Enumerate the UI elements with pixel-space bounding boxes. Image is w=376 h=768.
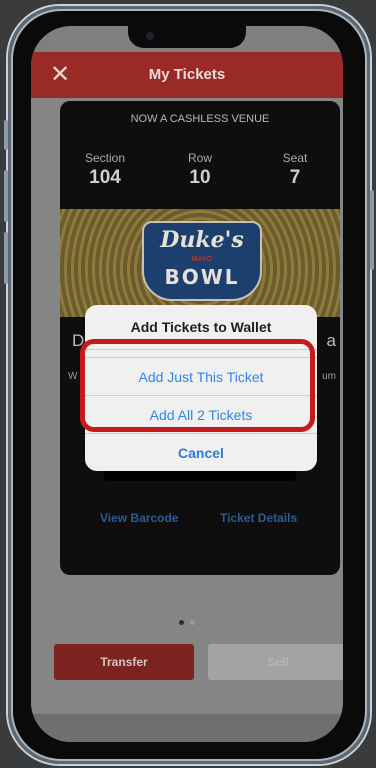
section-label: Section	[84, 151, 126, 165]
section-value: 104	[89, 167, 121, 188]
page-title: My Tickets	[148, 66, 226, 83]
logo-sub-text: MAYO	[191, 256, 213, 263]
logo-script-text: Duke's	[160, 227, 244, 253]
bottom-bar	[31, 714, 343, 742]
event-info: W	[68, 371, 78, 382]
page-indicator[interactable]	[31, 612, 343, 630]
page-dot[interactable]	[190, 620, 195, 625]
dukes-mayo-bowl-logo: Duke's MAYO BOWL	[142, 221, 262, 301]
divider	[85, 433, 317, 434]
seat-info: Seat 7	[250, 151, 340, 189]
venue-note: NOW A CASHLESS VENUE	[130, 113, 270, 125]
front-camera-icon	[146, 32, 154, 40]
mute-switch	[4, 120, 8, 150]
ticket-details-link[interactable]: Ticket Details	[220, 511, 297, 525]
seat-value: 7	[289, 167, 301, 188]
cancel-button[interactable]: Cancel	[85, 445, 317, 461]
view-barcode-link[interactable]: View Barcode	[100, 511, 178, 525]
seat-label: Seat	[282, 151, 308, 165]
sell-button[interactable]: Sell	[208, 644, 343, 680]
event-image: Duke's MAYO BOWL	[60, 209, 340, 317]
volume-down-button	[4, 232, 8, 284]
notch	[128, 26, 246, 48]
power-button	[370, 190, 374, 270]
section-info: Section 104	[60, 151, 150, 189]
row-value: 10	[189, 167, 211, 188]
page-dot-active[interactable]	[179, 620, 184, 625]
nav-bar: ✕ My Tickets	[31, 52, 343, 98]
volume-up-button	[4, 170, 8, 222]
row-label: Row	[187, 151, 212, 165]
event-name-end: a	[326, 331, 336, 350]
logo-bowl-text: BOWL	[164, 265, 240, 289]
annotation-highlight-box	[80, 339, 315, 432]
event-info-end: um	[322, 371, 336, 382]
sheet-title: Add Tickets to Wallet	[130, 319, 272, 335]
transfer-button[interactable]: Transfer	[54, 644, 194, 680]
row-info: Row 10	[155, 151, 245, 189]
